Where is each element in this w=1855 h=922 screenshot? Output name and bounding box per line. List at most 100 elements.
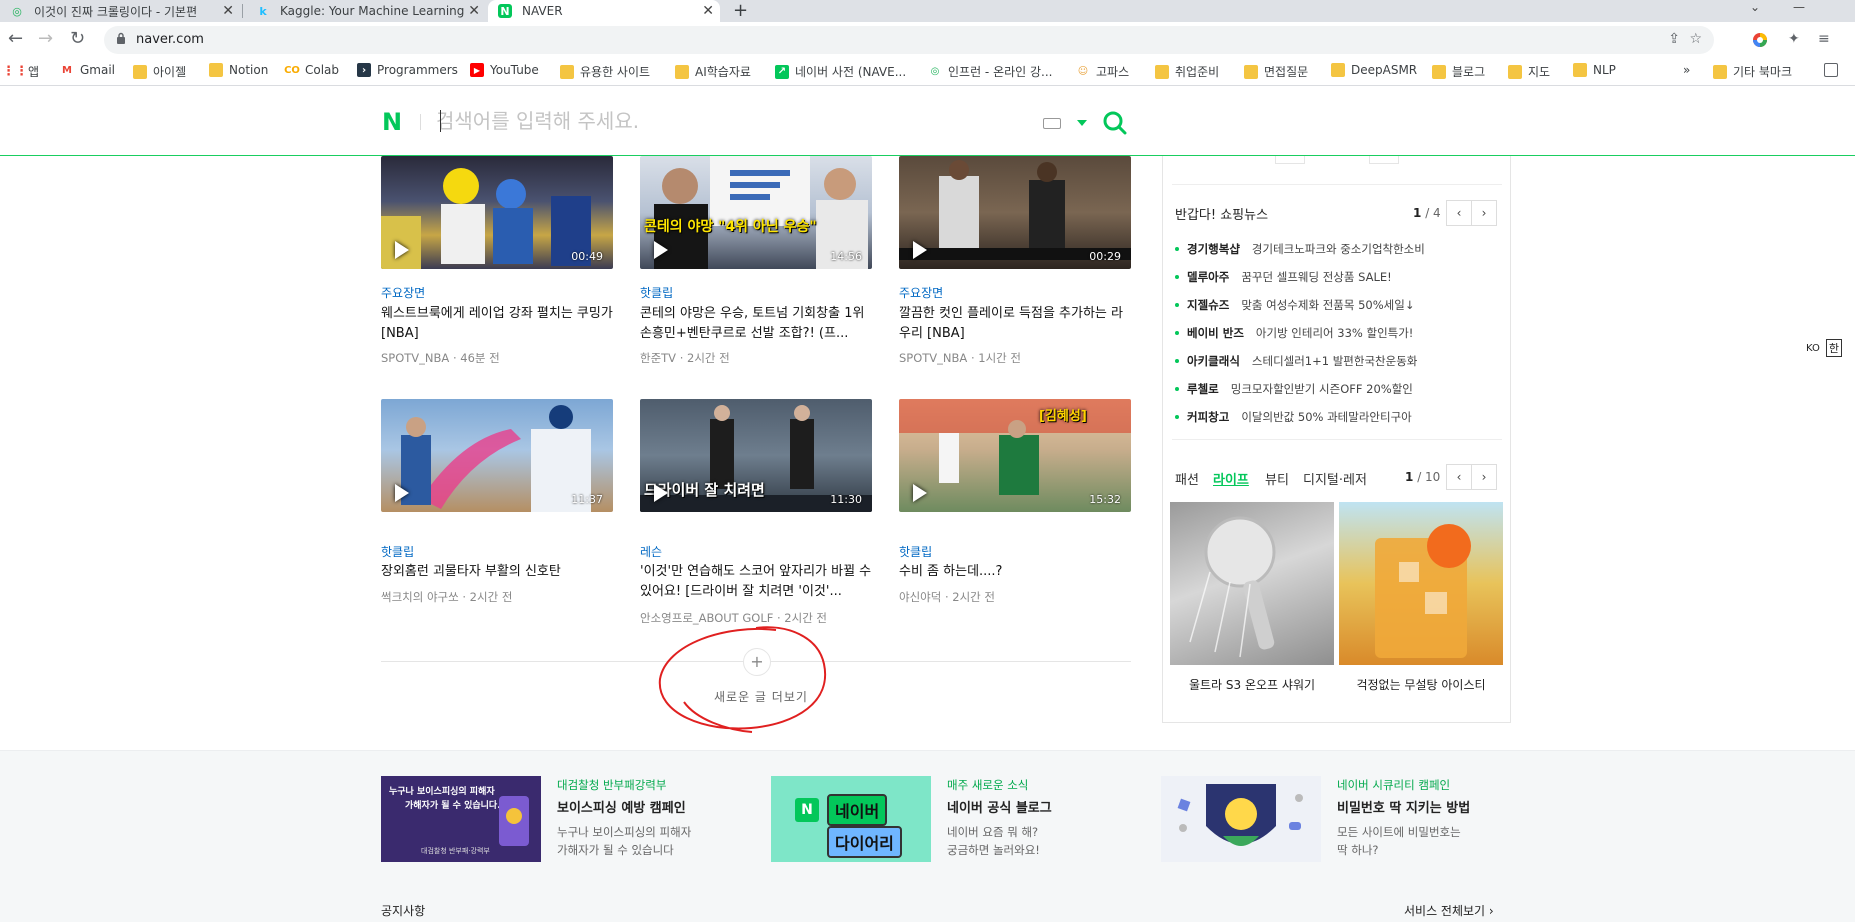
shopping-news-item[interactable]: 커피창고 이달의반값 50% 과테말라안티구아 bbox=[1175, 409, 1412, 425]
bookmark-folder[interactable]: 면접질문 bbox=[1244, 63, 1308, 80]
ime-mode: 한 bbox=[1825, 339, 1843, 357]
browser-tab-kaggle[interactable]: k Kaggle: Your Machine Learning ✕ bbox=[246, 0, 486, 22]
promo-desc: 네이버 요즘 뭐 해? 궁금하면 놀러와요! bbox=[947, 825, 1040, 857]
tab-search-chevron-down-icon[interactable]: ⌄ bbox=[1750, 0, 1760, 14]
bookmark-folder[interactable]: 블로그 bbox=[1432, 63, 1485, 80]
bookmark-folder[interactable]: AI학습자료 bbox=[675, 63, 751, 80]
shop-desc: 이달의반값 50% 과테말라안티구아 bbox=[1241, 410, 1412, 424]
red-hand-drawn-circle-annotation bbox=[658, 626, 827, 733]
voice-phishing-banner[interactable]: 누구나 보이스피싱의 피해자 가해자가 될 수 있습니다. 대검찰청 반부패·강… bbox=[381, 776, 541, 862]
naver-logo[interactable]: N bbox=[382, 108, 402, 136]
shopping-news-item[interactable]: 지젤슈즈 맞춤 여성수제화 전품목 50%세일↓ bbox=[1175, 297, 1414, 313]
prev-chevron-left-icon[interactable]: ‹ bbox=[1446, 200, 1472, 226]
keyboard-icon[interactable] bbox=[1043, 118, 1061, 129]
browser-tab-naver[interactable]: N NAVER ✕ bbox=[488, 0, 720, 22]
shopping-news-item[interactable]: 루첼로 밍크모자할인받기 시즌OFF 20%할인 bbox=[1175, 381, 1413, 397]
video-duration: 00:49 bbox=[571, 250, 603, 263]
video-thumbnail[interactable]: 00:49 bbox=[381, 156, 613, 269]
extensions-puzzle-icon[interactable]: ✦ bbox=[1788, 31, 1800, 47]
video-title[interactable]: 콘테의 야망은 우승, 토트넘 기회창출 1위 손흥민+벤탄쿠르로 선발 조합?… bbox=[640, 304, 872, 344]
security-campaign-banner[interactable] bbox=[1161, 776, 1321, 862]
folder-icon bbox=[675, 64, 689, 79]
promo-title[interactable]: 네이버 공식 블로그 bbox=[947, 797, 1052, 816]
video-category[interactable]: 레슨 bbox=[640, 543, 662, 560]
bookmark-folder[interactable]: DeepASMR bbox=[1331, 63, 1417, 77]
bookmark-folder[interactable]: 지도 bbox=[1508, 63, 1550, 80]
product-image-shower-head[interactable] bbox=[1170, 502, 1334, 665]
reading-list-icon[interactable] bbox=[1824, 63, 1844, 77]
video-category[interactable]: 핫클립 bbox=[640, 284, 673, 301]
tab-digital-leisure[interactable]: 디지털·레저 bbox=[1303, 469, 1367, 488]
reading-list-icon[interactable]: ≡ bbox=[1818, 31, 1830, 47]
forward-arrow-icon[interactable]: → bbox=[38, 28, 53, 49]
video-thumbnail[interactable]: [김혜성] 15:32 bbox=[899, 399, 1131, 512]
video-category[interactable]: 주요장면 bbox=[899, 284, 943, 301]
bookmark-inflearn[interactable]: ◎ 인프런 - 온라인 강... bbox=[928, 63, 1053, 80]
next-chevron-right-icon[interactable]: › bbox=[1471, 200, 1497, 226]
close-icon[interactable]: ✕ bbox=[468, 3, 480, 19]
video-title[interactable]: '이것'만 연습해도 스코어 앞자리가 바뀔 수 있어요! [드라이버 잘 치려… bbox=[640, 562, 872, 602]
bookmark-apps[interactable]: ⋮⋮ 앱 bbox=[2, 63, 39, 80]
video-category[interactable]: 주요장면 bbox=[381, 284, 425, 301]
video-title[interactable]: 웨스트브룩에게 레이업 강좌 펼치는 쿠밍가 [NBA] bbox=[381, 304, 613, 344]
search-icon[interactable] bbox=[1102, 110, 1128, 136]
bookmark-gmail[interactable]: M Gmail bbox=[60, 63, 115, 77]
shopping-news-title[interactable]: 반갑다! 쇼핑뉴스 bbox=[1175, 204, 1268, 223]
bookmark-notion[interactable]: Notion bbox=[209, 63, 268, 77]
shopping-news-item[interactable]: 베이비 반즈 아기방 인테리어 33% 할인특가! bbox=[1175, 325, 1413, 341]
naver-diary-banner[interactable]: N 네이버 다이어리 bbox=[771, 776, 931, 862]
bookmark-star-icon[interactable]: ☆ bbox=[1689, 31, 1702, 47]
share-icon[interactable]: ⇪ bbox=[1668, 31, 1680, 47]
prev-chevron-left-icon[interactable]: ‹ bbox=[1446, 464, 1472, 490]
notice-heading[interactable]: 공지사항 bbox=[381, 902, 425, 919]
promo-title[interactable]: 비밀번호 딱 지키는 방법 bbox=[1337, 797, 1470, 816]
bookmark-label: AI학습자료 bbox=[695, 65, 751, 79]
bookmark-folder[interactable]: NLP bbox=[1573, 63, 1616, 77]
next-chevron-right-icon[interactable]: › bbox=[1471, 464, 1497, 490]
ime-indicator[interactable]: KO 한 bbox=[1806, 339, 1843, 357]
new-tab-plus-icon[interactable]: + bbox=[733, 0, 748, 21]
promo-title[interactable]: 보이스피싱 예방 캠페인 bbox=[557, 797, 686, 816]
shopping-news-item[interactable]: 경기행복샵 경기테크노파크와 중소기업착한소비 bbox=[1175, 241, 1425, 257]
window-minimize-icon[interactable]: — bbox=[1793, 0, 1805, 14]
video-thumbnail[interactable]: 콘테의 야망 "4위 아닌 우승" 14:56 bbox=[640, 156, 872, 269]
video-title[interactable]: 깔끔한 컷인 플레이로 득점을 추가하는 라우리 [NBA] bbox=[899, 304, 1131, 344]
browser-tab-inflearn[interactable]: ◎ 이것이 진짜 크롤링이다 - 기본편 ✕ bbox=[0, 0, 240, 22]
video-thumbnail[interactable]: 00:29 bbox=[899, 156, 1131, 269]
product-image-iced-tea[interactable] bbox=[1339, 502, 1503, 665]
video-category[interactable]: 핫클립 bbox=[899, 543, 932, 560]
search-input[interactable] bbox=[436, 106, 1016, 136]
close-icon[interactable]: ✕ bbox=[702, 3, 714, 19]
bullet-icon bbox=[1175, 359, 1179, 363]
bookmark-colab[interactable]: CO Colab bbox=[284, 63, 339, 77]
bookmark-folder[interactable]: 취업준비 bbox=[1155, 63, 1219, 80]
address-bar[interactable]: naver.com ⇪ ☆ bbox=[104, 26, 1714, 54]
reload-icon[interactable]: ↻ bbox=[70, 28, 85, 49]
chrome-extension-color-wheel-icon[interactable] bbox=[1752, 32, 1768, 48]
bookmark-naver-dict[interactable]: ↗ 네이버 사전 (NAVE... bbox=[775, 63, 906, 80]
close-icon[interactable]: ✕ bbox=[222, 3, 234, 19]
autocomplete-triangle-down-icon[interactable] bbox=[1077, 120, 1087, 126]
bookmarks-overflow-button[interactable]: » bbox=[1683, 63, 1690, 77]
video-thumbnail[interactable]: 드라이버 잘 치려면 11:30 bbox=[640, 399, 872, 512]
video-category[interactable]: 핫클립 bbox=[381, 543, 414, 560]
tab-fashion[interactable]: 패션 bbox=[1175, 469, 1199, 488]
bookmark-label: » bbox=[1683, 63, 1691, 77]
shopping-news-item[interactable]: 아키클래식 스테디셀러1+1 발편한국찬운동화 bbox=[1175, 353, 1417, 369]
video-thumbnail[interactable]: 11:37 bbox=[381, 399, 613, 512]
bookmark-folder[interactable]: 유용한 사이트 bbox=[560, 63, 650, 80]
bookmark-programmers[interactable]: › Programmers bbox=[357, 63, 458, 77]
tab-life[interactable]: 라이프 bbox=[1213, 469, 1249, 488]
url-text: naver.com bbox=[136, 32, 204, 47]
bookmark-folder[interactable]: 아이젤 bbox=[133, 63, 186, 80]
product-name[interactable]: 울트라 S3 온오프 샤워기 bbox=[1170, 676, 1334, 693]
all-services-link[interactable]: 서비스 전체보기 › bbox=[1404, 902, 1494, 919]
back-arrow-icon[interactable]: ← bbox=[8, 28, 23, 49]
shopping-news-item[interactable]: 델루아주 꿈꾸던 셀프웨딩 전상품 SALE! bbox=[1175, 269, 1392, 285]
tab-beauty[interactable]: 뷰티 bbox=[1265, 469, 1289, 488]
product-name[interactable]: 걱정없는 무설탕 아이스티 bbox=[1339, 676, 1503, 693]
category-pager: 1 / 10 bbox=[1405, 470, 1440, 484]
bookmark-youtube[interactable]: ▶ YouTube bbox=[470, 63, 539, 77]
other-bookmarks-folder[interactable]: 기타 북마크 bbox=[1713, 63, 1792, 80]
bookmark-gopas[interactable]: ☺ 고파스 bbox=[1076, 63, 1129, 80]
